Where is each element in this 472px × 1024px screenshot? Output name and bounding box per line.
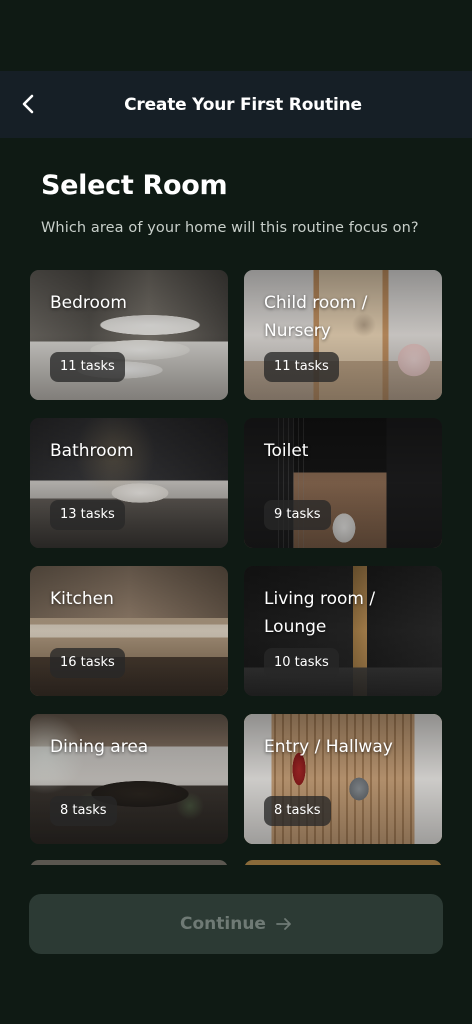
page-subtitle: Which area of your home will this routin…	[41, 220, 419, 236]
task-count-badge: 13 tasks	[50, 500, 125, 530]
room-card-kitchen[interactable]: Kitchen 16 tasks	[30, 566, 228, 696]
room-card-dining-area[interactable]: Dining area 8 tasks	[30, 714, 228, 844]
room-card-peek[interactable]	[30, 860, 228, 865]
task-count-badge: 10 tasks	[264, 648, 339, 678]
room-card-toilet[interactable]: Toilet 9 tasks	[244, 418, 442, 548]
room-name: Bedroom	[50, 293, 127, 313]
header-title: Create Your First Routine	[124, 94, 362, 115]
room-card-peek[interactable]	[244, 860, 442, 865]
header-bar: Create Your First Routine	[0, 71, 472, 138]
continue-button[interactable]: Continue	[29, 894, 443, 954]
app-screen: Create Your First Routine Select Room Wh…	[0, 0, 472, 1024]
room-name: Bathroom	[50, 441, 134, 461]
task-count-badge: 8 tasks	[264, 796, 331, 826]
task-count-badge: 8 tasks	[50, 796, 117, 826]
room-name: Kitchen	[50, 589, 114, 609]
arrow-right-icon	[276, 918, 291, 930]
task-count-badge: 11 tasks	[264, 352, 339, 382]
room-name: Entry / Hallway	[264, 737, 393, 757]
room-card-bathroom[interactable]: Bathroom 13 tasks	[30, 418, 228, 548]
room-card-living-room[interactable]: Living room / Lounge 10 tasks	[244, 566, 442, 696]
task-count-badge: 16 tasks	[50, 648, 125, 678]
room-card-bedroom[interactable]: Bedroom 11 tasks	[30, 270, 228, 400]
room-grid: Bedroom 11 tasks Child room / Nursery 11…	[30, 270, 443, 865]
room-name: Living room / Lounge	[264, 589, 376, 637]
continue-label: Continue	[180, 914, 266, 934]
page-title: Select Room	[41, 170, 228, 201]
room-card-child-room[interactable]: Child room / Nursery 11 tasks	[244, 270, 442, 400]
room-name: Toilet	[264, 441, 309, 461]
task-count-badge: 9 tasks	[264, 500, 331, 530]
room-name: Dining area	[50, 737, 149, 757]
room-name: Child room / Nursery	[264, 293, 368, 341]
task-count-badge: 11 tasks	[50, 352, 125, 382]
room-card-entry-hallway[interactable]: Entry / Hallway 8 tasks	[244, 714, 442, 844]
